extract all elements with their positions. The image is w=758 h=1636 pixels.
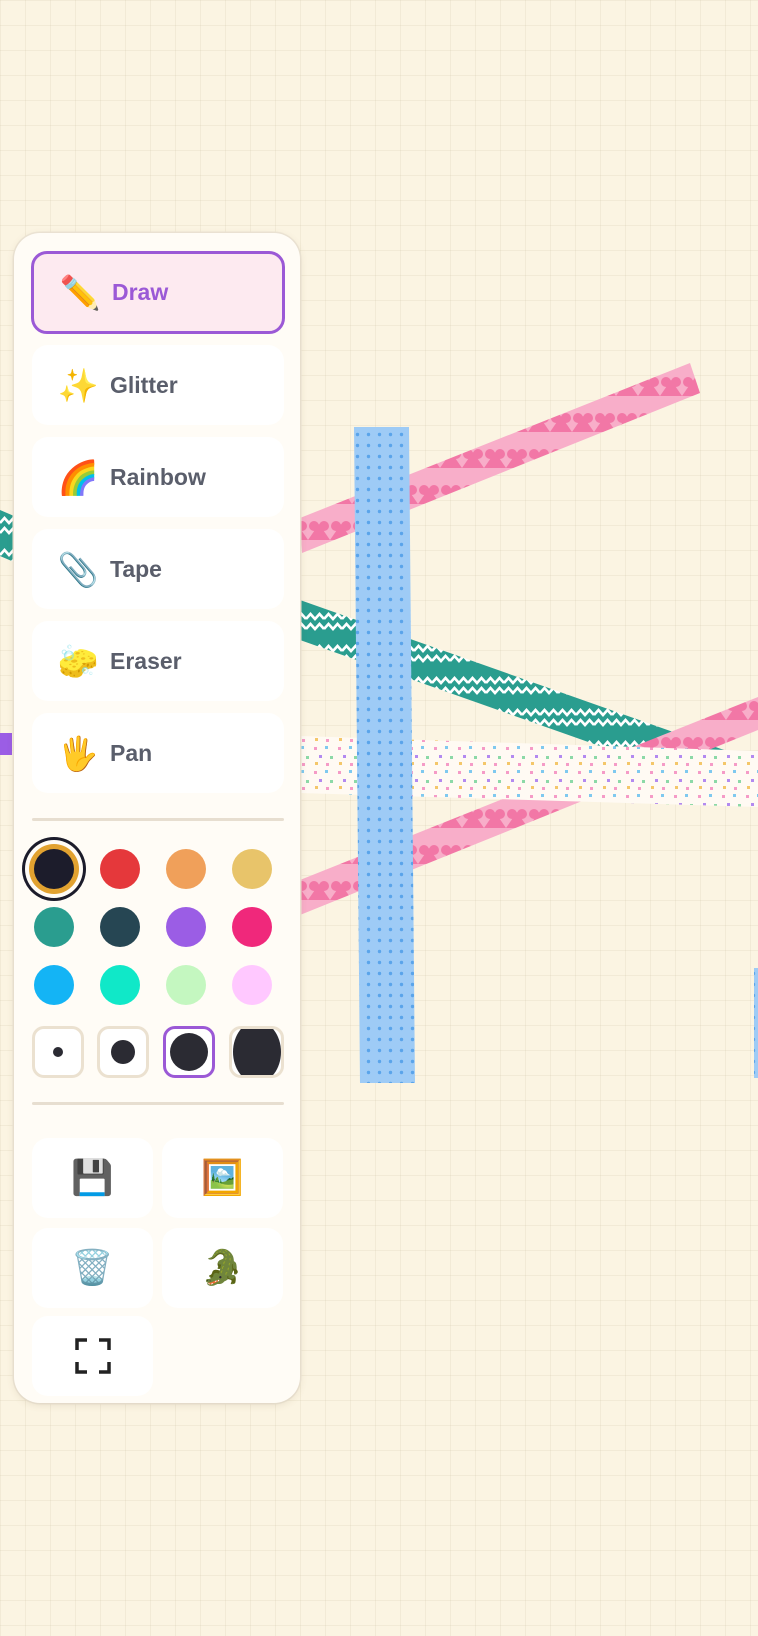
color-swatch[interactable] — [166, 849, 206, 889]
draw-tool-label: Draw — [112, 279, 169, 305]
draw-tool-button[interactable]: ✏️ Draw — [31, 251, 285, 334]
rainbow-tool-label: Rainbow — [110, 463, 206, 490]
brush-size-small-dot — [53, 1047, 63, 1057]
export-image-button[interactable]: 🖼️ — [162, 1138, 283, 1218]
brush-size-small-button[interactable] — [32, 1026, 84, 1078]
color-swatch[interactable] — [100, 907, 140, 947]
tape-stroke-teal-left-edge — [0, 510, 14, 562]
tape-tool-label: Tape — [110, 555, 162, 582]
toolbar-divider — [32, 1102, 284, 1105]
sponge-icon: 🧽 — [57, 642, 99, 680]
pencil-icon: ✏️ — [59, 274, 101, 311]
toolbar-divider — [32, 818, 284, 821]
brush-size-medium-dot — [111, 1040, 135, 1064]
color-swatch[interactable] — [166, 965, 206, 1005]
rainbow-tool-button[interactable]: 🌈 Rainbow — [32, 437, 284, 517]
color-swatch[interactable] — [232, 907, 272, 947]
fullscreen-icon — [74, 1338, 111, 1374]
color-swatch[interactable] — [34, 907, 74, 947]
color-swatch[interactable] — [166, 907, 206, 947]
rainbow-icon: 🌈 — [57, 458, 99, 496]
tape-stroke-right-edge — [754, 968, 758, 1078]
crocodile-icon: 🐊 — [201, 1249, 244, 1287]
tape-tool-button[interactable]: 📎 Tape — [32, 529, 284, 609]
brush-size-medium-button[interactable] — [97, 1026, 149, 1078]
stroke-purple-left-edge — [0, 733, 12, 755]
glitter-tool-label: Glitter — [110, 371, 178, 398]
hand-icon: 🖐️ — [57, 734, 99, 772]
color-swatch[interactable] — [100, 849, 140, 889]
brush-size-extra-large-dot — [232, 1029, 281, 1075]
fullscreen-button[interactable] — [32, 1316, 153, 1396]
floppy-disk-icon: 💾 — [71, 1159, 114, 1197]
color-swatch[interactable] — [100, 965, 140, 1005]
paperclip-icon: 📎 — [57, 550, 99, 588]
sparkles-icon: ✨ — [57, 366, 99, 404]
brush-size-large-button[interactable] — [163, 1026, 215, 1078]
color-swatch[interactable] — [232, 849, 272, 889]
crocodile-button[interactable]: 🐊 — [162, 1228, 283, 1308]
eraser-tool-button[interactable]: 🧽 Eraser — [32, 621, 284, 701]
brush-size-extra-large-button[interactable] — [229, 1026, 284, 1078]
clear-canvas-button[interactable]: 🗑️ — [32, 1228, 153, 1308]
framed-picture-icon: 🖼️ — [201, 1159, 244, 1197]
tape-stroke-blue — [354, 427, 415, 1083]
glitter-tool-button[interactable]: ✨ Glitter — [32, 345, 284, 425]
pan-tool-label: Pan — [110, 739, 153, 766]
color-swatch[interactable] — [34, 849, 74, 889]
eraser-tool-label: Eraser — [110, 647, 182, 674]
color-swatch[interactable] — [232, 965, 272, 1005]
pan-tool-button[interactable]: 🖐️ Pan — [32, 713, 284, 793]
trash-can-icon: 🗑️ — [71, 1249, 114, 1287]
save-button[interactable]: 💾 — [32, 1138, 153, 1218]
color-swatch[interactable] — [34, 965, 74, 1005]
brush-size-large-dot — [170, 1033, 208, 1071]
